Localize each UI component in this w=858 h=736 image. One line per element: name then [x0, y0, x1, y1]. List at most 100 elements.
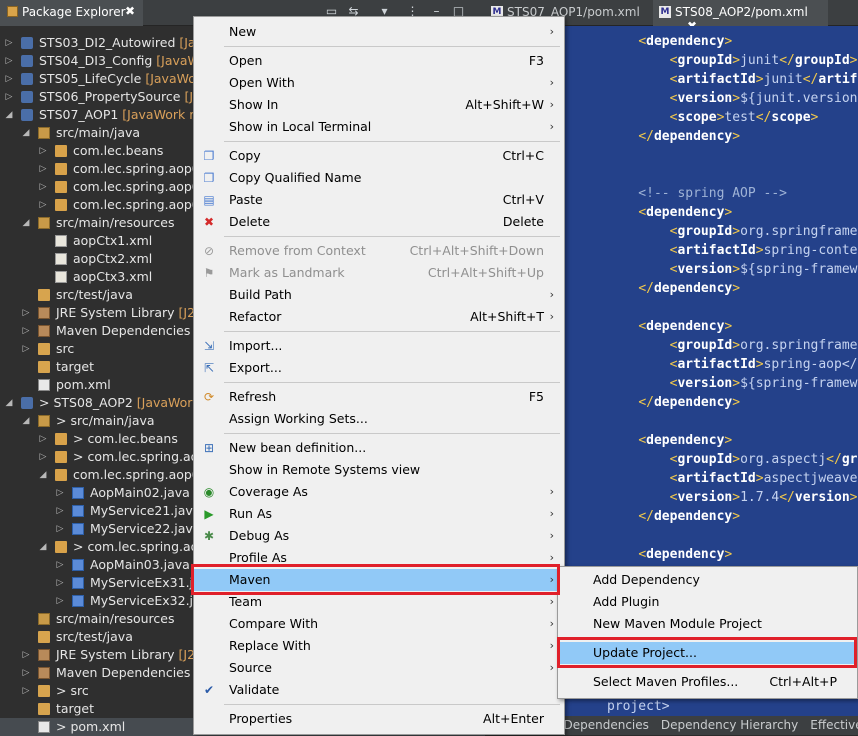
- menu-item-shortcut: Ctrl+C: [502, 148, 544, 163]
- menu-item-coverage-as[interactable]: ◉ Coverage As ›: [194, 481, 564, 503]
- menu-item-team[interactable]: Team ›: [194, 591, 564, 613]
- tree-item-label: > src/main/java: [56, 413, 155, 428]
- pkg-icon: [55, 163, 67, 175]
- menu-item-show-in-remote-systems-view[interactable]: Show in Remote Systems view: [194, 459, 564, 481]
- editor-tab-sts08-pom[interactable]: M STS08_AOP2/pom.xml ✖: [653, 0, 828, 33]
- collapsed-arrow-icon[interactable]: ▷: [21, 664, 31, 682]
- menu-item-shortcut: Alt+Enter: [483, 711, 544, 726]
- pom-page-tab-dependencies[interactable]: Dependencies: [564, 718, 649, 732]
- project-icon: [21, 73, 33, 85]
- collapsed-arrow-icon[interactable]: ▷: [4, 70, 14, 88]
- pkg-icon: [55, 181, 67, 193]
- collapsed-arrow-icon[interactable]: ▷: [21, 340, 31, 358]
- menu-item-refactor[interactable]: Refactor Alt+Shift+T ›: [194, 306, 564, 328]
- menu-item-paste[interactable]: ▤ Paste Ctrl+V: [194, 189, 564, 211]
- collapsed-arrow-icon[interactable]: ▷: [55, 556, 65, 574]
- menu-item-import[interactable]: ⇲ Import...: [194, 335, 564, 357]
- menu-item-new-bean-definition[interactable]: ⊞ New bean definition...: [194, 437, 564, 459]
- package-explorer-icon: [7, 6, 18, 17]
- menu-item-shortcut: Ctrl+Alt+P: [769, 674, 837, 689]
- menu-item-copy-qualified-name[interactable]: ❐ Copy Qualified Name: [194, 167, 564, 189]
- collapsed-arrow-icon[interactable]: ▷: [38, 160, 48, 178]
- menu-item-validate[interactable]: ✔ Validate: [194, 679, 564, 701]
- menu-item-add-dependency[interactable]: Add Dependency: [558, 569, 857, 591]
- menu-item-maven[interactable]: Maven ›: [194, 569, 564, 591]
- collapsed-arrow-icon[interactable]: ▷: [55, 592, 65, 610]
- menu-item-build-path[interactable]: Build Path ›: [194, 284, 564, 306]
- collapsed-arrow-icon[interactable]: ▷: [21, 682, 31, 700]
- menu-item-profile-as[interactable]: Profile As ›: [194, 547, 564, 569]
- collapsed-arrow-icon[interactable]: ▷: [4, 52, 14, 70]
- menu-item-delete[interactable]: ✖ Delete Delete: [194, 211, 564, 233]
- tree-item-label: STS04_DI3_Config: [39, 53, 153, 68]
- expanded-arrow-icon[interactable]: ◢: [4, 106, 14, 124]
- package-explorer-tab[interactable]: Package Explorer ✖: [0, 0, 143, 26]
- menu-item-open[interactable]: Open F3: [194, 50, 564, 72]
- expanded-arrow-icon[interactable]: ◢: [21, 124, 31, 142]
- menu-item-properties[interactable]: Properties Alt+Enter: [194, 708, 564, 730]
- tree-item-label: Maven Dependencies: [56, 665, 191, 680]
- pom-page-tab-effective-pom[interactable]: Effective POM: [810, 718, 858, 732]
- submenu-arrow-icon: ›: [549, 529, 554, 542]
- menu-item-replace-with[interactable]: Replace With ›: [194, 635, 564, 657]
- menu-item-export[interactable]: ⇱ Export...: [194, 357, 564, 379]
- collapsed-arrow-icon[interactable]: ▷: [21, 304, 31, 322]
- collapsed-arrow-icon[interactable]: ▷: [55, 502, 65, 520]
- menu-item-refresh[interactable]: ⟳ Refresh F5: [194, 386, 564, 408]
- menu-item-label: Properties: [229, 711, 293, 726]
- menu-item-run-as[interactable]: ▶ Run As ›: [194, 503, 564, 525]
- menu-item-assign-working-sets[interactable]: Assign Working Sets...: [194, 408, 564, 430]
- menu-item-label: Source: [229, 660, 272, 675]
- menu-item-copy[interactable]: ❐ Copy Ctrl+C: [194, 145, 564, 167]
- collapsed-arrow-icon[interactable]: ▷: [4, 88, 14, 106]
- submenu-arrow-icon: ›: [549, 120, 554, 133]
- expanded-arrow-icon[interactable]: ◢: [38, 466, 48, 484]
- collapsed-arrow-icon[interactable]: ▷: [38, 196, 48, 214]
- menu-item-show-in-local-terminal[interactable]: Show in Local Terminal ›: [194, 116, 564, 138]
- expanded-arrow-icon[interactable]: ◢: [21, 214, 31, 232]
- collapsed-arrow-icon[interactable]: ▷: [4, 34, 14, 52]
- menu-separator: [224, 46, 560, 47]
- expanded-arrow-icon[interactable]: ◢: [4, 394, 14, 412]
- menu-item-new[interactable]: New ›: [194, 21, 564, 43]
- expanded-arrow-icon[interactable]: ◢: [38, 538, 48, 556]
- menu-item-select-maven-profiles[interactable]: Select Maven Profiles... Ctrl+Alt+P: [558, 671, 857, 693]
- menu-item-open-with[interactable]: Open With ›: [194, 72, 564, 94]
- menu-item-add-plugin[interactable]: Add Plugin: [558, 591, 857, 613]
- menu-item-label: Team: [229, 594, 263, 609]
- expanded-arrow-icon[interactable]: ◢: [21, 412, 31, 430]
- landmark-icon: ⚑: [203, 266, 215, 280]
- tree-item-label: src/main/java: [56, 125, 141, 140]
- menu-item-debug-as[interactable]: ✱ Debug As ›: [194, 525, 564, 547]
- project-icon: [21, 109, 33, 121]
- maven-submenu: Add Dependency Add Plugin New Maven Module…: [557, 566, 858, 699]
- menu-item-update-project[interactable]: Update Project...: [558, 642, 857, 664]
- java-icon: [72, 559, 84, 571]
- collapsed-arrow-icon[interactable]: ▷: [55, 484, 65, 502]
- collapsed-arrow-icon[interactable]: ▷: [21, 646, 31, 664]
- collapsed-arrow-icon[interactable]: ▷: [38, 142, 48, 160]
- collapsed-arrow-icon[interactable]: ▷: [21, 322, 31, 340]
- pom-page-tab-dependency-hierarchy[interactable]: Dependency Hierarchy: [661, 718, 798, 732]
- collapsed-arrow-icon[interactable]: ▷: [38, 178, 48, 196]
- menu-item-label: Show in Local Terminal: [229, 119, 372, 134]
- tree-item-label: STS07_AOP1: [39, 107, 119, 122]
- menu-item-new-maven-module-project[interactable]: New Maven Module Project: [558, 613, 857, 635]
- menu-item-show-in[interactable]: Show In Alt+Shift+W ›: [194, 94, 564, 116]
- lib-icon: [38, 667, 50, 679]
- lib-icon: [38, 325, 50, 337]
- menu-item-compare-with[interactable]: Compare With ›: [194, 613, 564, 635]
- tree-item-label: src/test/java: [56, 287, 133, 302]
- tree-item-label: com.lec.spring.aop0: [73, 467, 200, 482]
- pkgroot-icon: [38, 127, 50, 139]
- close-icon[interactable]: ✖: [125, 4, 135, 18]
- collapsed-arrow-icon[interactable]: ▷: [38, 430, 48, 448]
- lib-icon: [38, 649, 50, 661]
- menu-item-label: Update Project...: [593, 645, 697, 660]
- collapsed-arrow-icon[interactable]: ▷: [55, 520, 65, 538]
- tree-item-label: com.lec.spring.aop03: [73, 197, 208, 212]
- menu-item-source[interactable]: Source ›: [194, 657, 564, 679]
- tree-item-label: STS03_DI2_Autowired: [39, 35, 176, 50]
- collapsed-arrow-icon[interactable]: ▷: [38, 448, 48, 466]
- collapsed-arrow-icon[interactable]: ▷: [55, 574, 65, 592]
